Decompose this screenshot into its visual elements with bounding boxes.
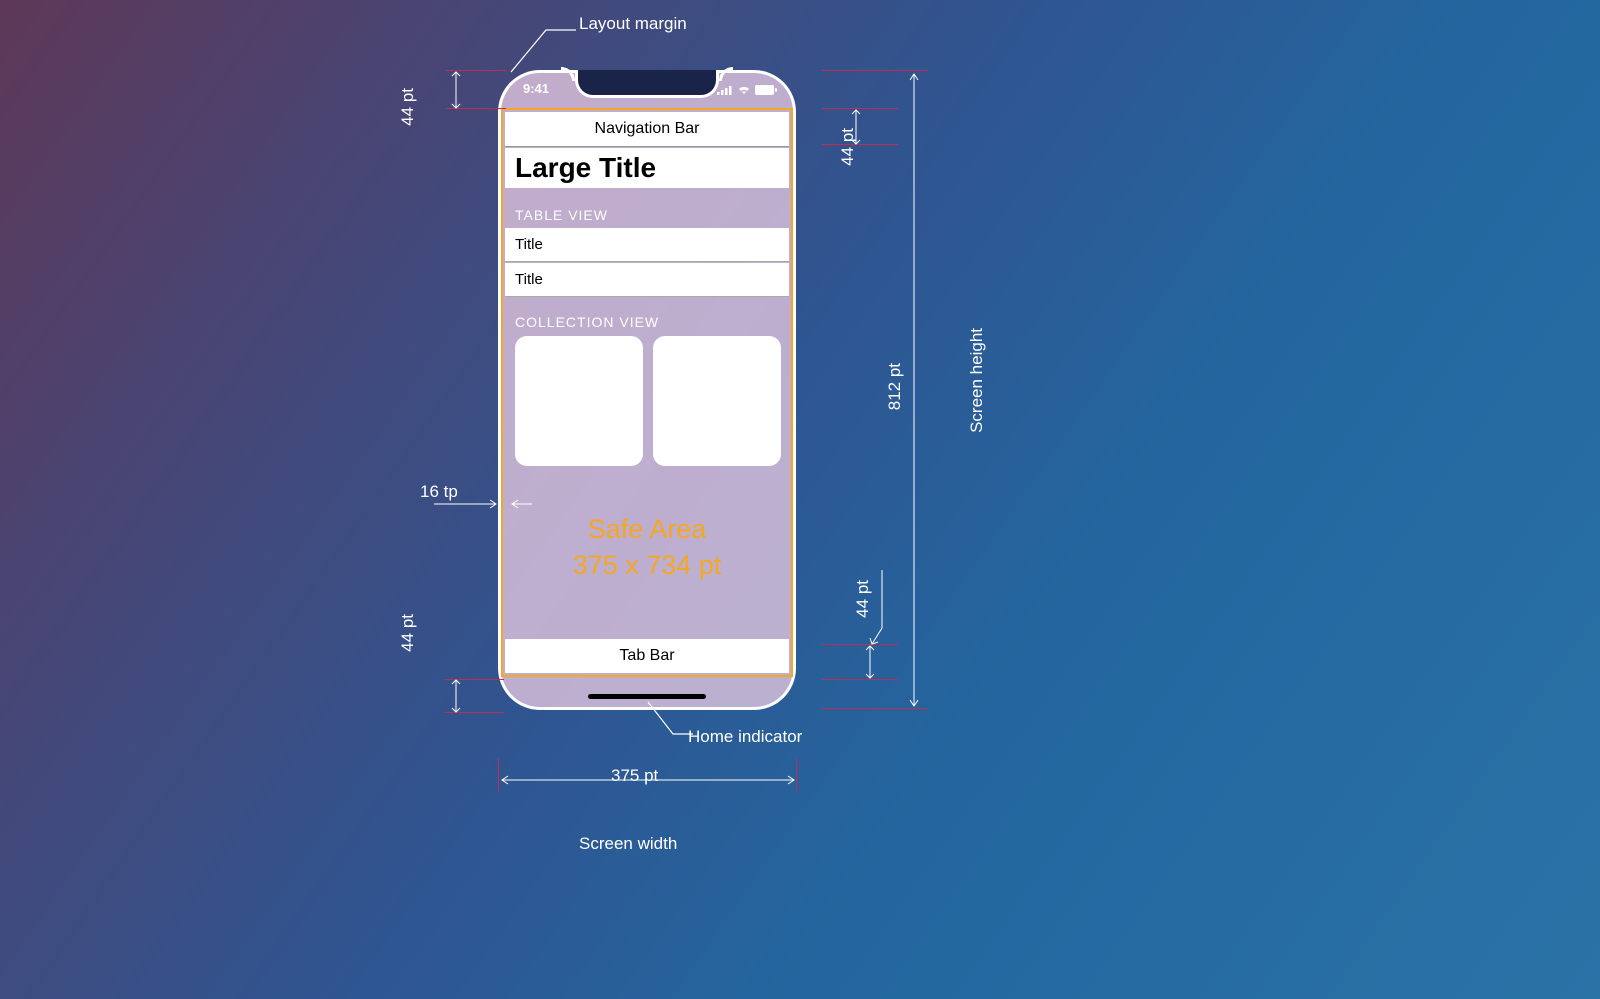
safe-area-label: Safe Area xyxy=(503,514,791,545)
large-title: Large Title xyxy=(505,148,789,188)
safe-area-dim: 375 x 734 pt xyxy=(503,550,791,581)
callout-line xyxy=(648,702,708,736)
collection-view-header: COLLECTION VIEW xyxy=(515,314,659,330)
dim-arrow xyxy=(850,108,862,146)
safe-area: Navigation Bar Large Title TABLE VIEW Ti… xyxy=(501,108,793,677)
dim-arrow xyxy=(450,70,462,110)
dim-home-height: 44 pt xyxy=(398,614,418,652)
dim-arrow xyxy=(864,644,876,680)
battery-icon xyxy=(755,83,777,93)
dim-arrow xyxy=(498,774,798,786)
dim-arrow xyxy=(870,570,890,650)
callout-line xyxy=(506,30,596,88)
collection-item[interactable] xyxy=(653,336,781,466)
home-indicator[interactable] xyxy=(588,694,706,699)
navigation-bar[interactable]: Navigation Bar xyxy=(505,112,789,147)
label-screen-width: Screen width xyxy=(579,834,677,854)
phone-frame: 9:41 Navigation Bar Large Title TABLE VI… xyxy=(498,70,796,710)
label-screen-height: Screen height xyxy=(967,328,987,433)
signal-icon xyxy=(717,83,733,93)
dim-arrow xyxy=(450,678,462,714)
dim-arrow xyxy=(430,498,534,510)
tab-bar[interactable]: Tab Bar xyxy=(505,639,789,673)
table-row[interactable]: Title xyxy=(505,228,789,262)
collection-item[interactable] xyxy=(515,336,643,466)
dim-height: 812 pt xyxy=(885,363,905,410)
dim-arrow xyxy=(908,70,920,710)
measure-tick xyxy=(822,679,898,680)
table-view-header: TABLE VIEW xyxy=(515,207,608,223)
wifi-icon xyxy=(737,83,751,93)
table-row[interactable]: Title xyxy=(505,263,789,297)
dim-status-height: 44 pt xyxy=(398,88,418,126)
